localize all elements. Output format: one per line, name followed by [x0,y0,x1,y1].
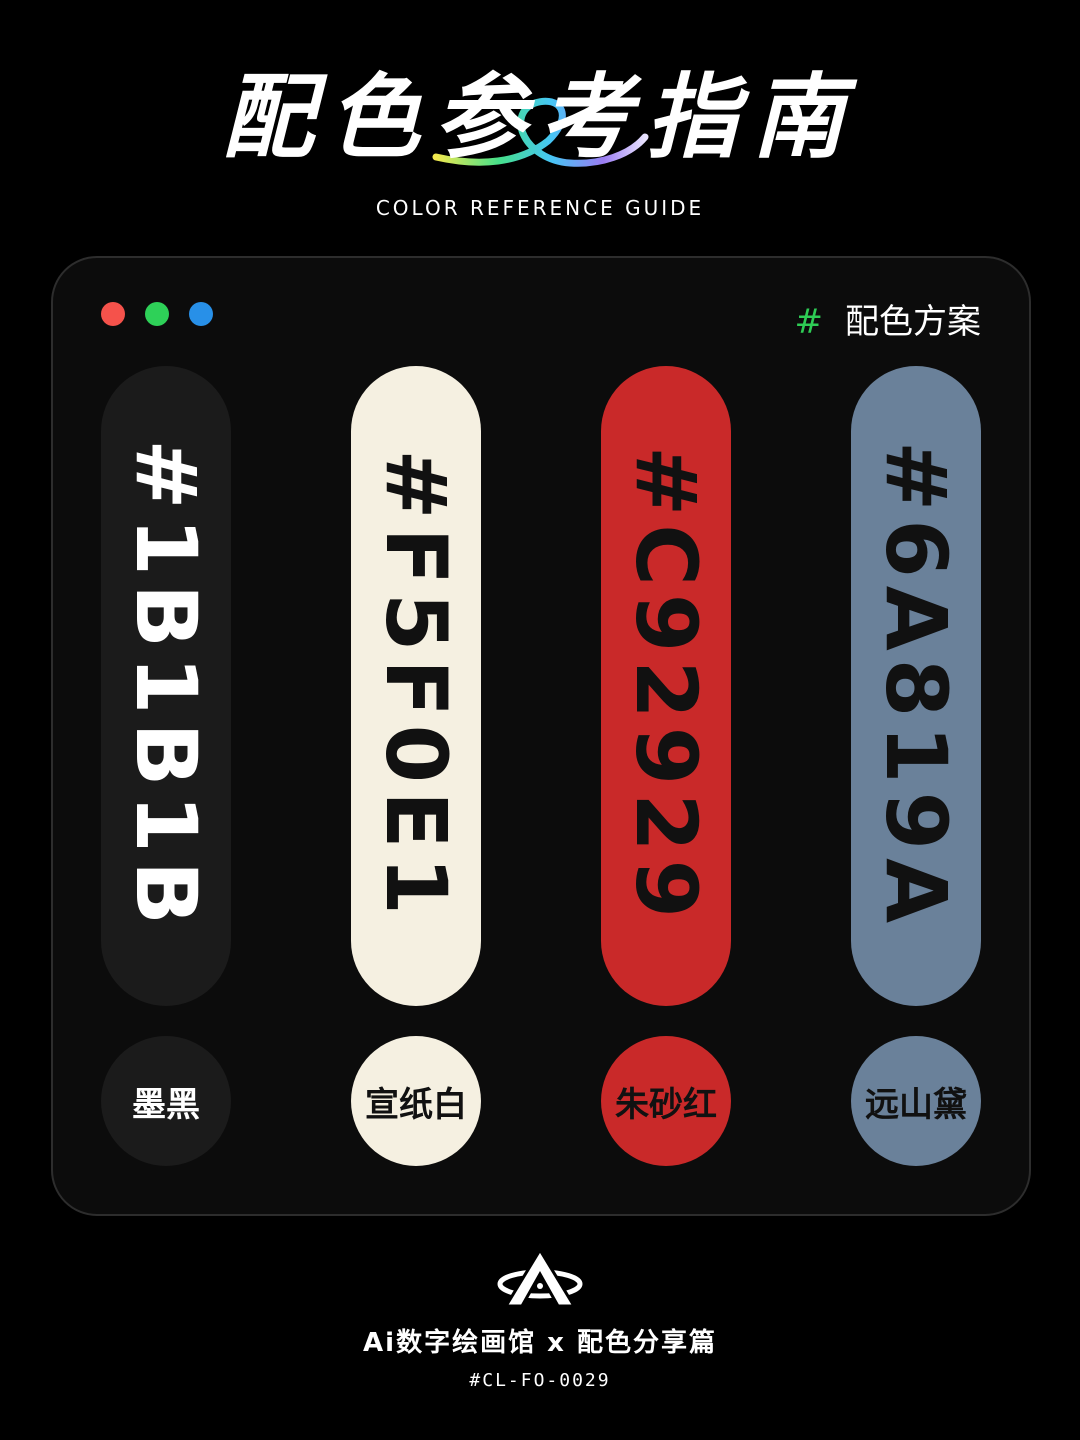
page-subtitle: COLOR REFERENCE GUIDE [375,196,705,220]
swatch-hex-2: #F5F0E1 [367,449,465,923]
swatch-hex-1: #1B1B1B [117,439,215,933]
swatch-hex-4: #6A819A [867,440,965,932]
reference-code: #CL-FO-0029 [469,1370,611,1391]
close-dot [101,302,125,326]
title-area: 配色参考指南 [0,55,1080,185]
swatch-name-3: 朱砂红 [601,1036,731,1166]
swatch-hex-3: #C92929 [617,445,715,927]
swatch-pill-1: #1B1B1B [101,366,231,1006]
swatch-name-2: 宣纸白 [351,1036,481,1166]
a-monogram-logo-icon [497,1248,583,1308]
swatch-name-1: 墨黑 [101,1036,231,1166]
swatch-pill-2: #F5F0E1 [351,366,481,1006]
scheme-label: # 配色方案 [795,294,982,343]
swatch-name-4: 远山黛 [851,1036,981,1166]
page-title: 配色参考指南 [221,64,858,171]
minimize-dot [145,302,169,326]
maximize-dot [189,302,213,326]
hash-icon: # [794,302,824,342]
swatch-pill-4: #6A819A [851,366,981,1006]
palette-card: # 配色方案 #1B1B1B #F5F0E1 #C92929 #6A819A 墨黑… [51,256,1031,1216]
scheme-label-text: 配色方案 [845,302,981,342]
brand-line: Ai数字绘画馆 x 配色分享篇 [363,1328,717,1358]
swatch-pill-3: #C92929 [601,366,731,1006]
